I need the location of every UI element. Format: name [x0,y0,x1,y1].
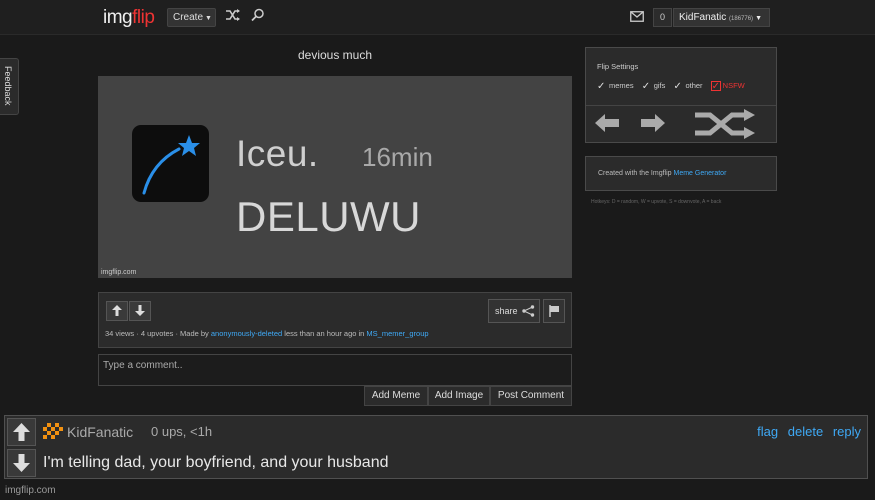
meme-stats: 34 views · 4 upvotes · Made by anonymous… [105,329,429,338]
share-button[interactable]: share [488,299,540,323]
imgflip-logo[interactable]: imgflip [103,7,155,29]
comment-meta: 0 ups, <1h [151,424,213,439]
comment-downvote-button[interactable] [7,449,36,477]
checkbox-checked-icon[interactable]: ✓ [597,82,607,92]
delete-link[interactable]: delete [788,424,823,439]
stream-link[interactable]: MS_memer_group [366,329,428,338]
comment-input[interactable]: Type a comment.. [98,354,572,386]
share-icon [522,305,535,317]
meme-generator-link[interactable]: Meme Generator [673,170,726,177]
option-label: gifs [653,81,666,90]
search-icon[interactable] [251,8,269,26]
stats-prefix: 34 views · 4 upvotes · Made by [105,329,211,338]
user-points: (186776) [729,16,754,22]
image-text-main: DELUWU [236,193,422,240]
arrow-left-icon[interactable] [595,114,619,132]
option-nsfw[interactable]: ✓ NSFW [710,80,745,92]
option-memes[interactable]: ✓ memes [597,81,634,92]
logo-img-text: img [103,7,133,28]
flag-icon [549,305,559,317]
comment-actions: flag delete reply [751,424,861,439]
option-gifs[interactable]: ✓ gifs [642,81,666,92]
meme-title: devious much [297,48,373,62]
stats-middle: less than an hour ago in [282,329,367,338]
user-name: KidFanatic [679,12,727,23]
share-label: share [495,306,518,316]
mail-icon[interactable] [630,9,648,27]
checkbox-checked-icon[interactable]: ✓ [673,82,683,92]
add-meme-button[interactable]: Add Meme [364,386,428,406]
flag-link[interactable]: flag [757,424,778,439]
add-image-button[interactable]: Add Image [428,386,490,406]
upvote-button[interactable] [106,301,128,321]
post-comment-button[interactable]: Post Comment [490,386,572,406]
option-label: other [685,81,703,90]
author-link[interactable]: anonymously-deleted [211,329,282,338]
flip-settings-title: Flip Settings [597,62,639,71]
meme-info-box: share 34 views · 4 upvotes · Made by ano… [98,292,572,348]
created-prefix: Created with the Imgflip [598,170,674,177]
comment-text: I'm telling dad, your boyfriend, and you… [43,454,389,471]
downvote-button[interactable] [129,301,151,321]
create-label: Create [173,12,204,23]
flip-settings-panel: Flip Settings ✓ memes ✓ gifs ✓ other ✓ NSFW [585,47,777,143]
divider [586,105,776,106]
comment-card: KidFanatic 0 ups, <1h flag delete reply … [4,415,868,479]
feedback-tab[interactable]: Feedback [0,58,19,115]
logo-flip-text: flip [132,7,155,28]
arrow-up-icon [13,423,30,441]
option-label: NSFW [722,81,745,90]
image-text-time: 16min [362,142,433,172]
checkbox-checked-icon[interactable]: ✓ [642,82,652,92]
reply-link[interactable]: reply [833,424,861,439]
comment-username[interactable]: KidFanatic [67,424,133,440]
image-watermark: imgflip.com [101,269,137,276]
avatar[interactable] [41,421,63,443]
imgflip-watermark: imgflip.com [5,485,56,496]
app-logo-icon [132,125,209,202]
create-menu-button[interactable]: Create ▼ [167,8,216,27]
caret-down-icon: ▼ [755,15,762,22]
comment-upvote-button[interactable] [7,418,36,446]
checkbox-checked-icon[interactable]: ✓ [710,81,721,92]
option-label: memes [609,81,634,90]
arrow-down-icon [13,454,30,472]
caret-down-icon: ▼ [205,15,212,22]
shuffle-icon[interactable] [225,8,243,26]
notification-count[interactable]: 0 [653,8,672,27]
top-navbar: imgflip Create ▼ 0 KidFanatic (186776) ▼ [0,0,875,35]
shuffle-icon[interactable] [694,109,756,139]
feedback-label: Feedback [3,66,13,106]
option-other[interactable]: ✓ other [673,81,703,92]
arrow-right-icon[interactable] [641,114,665,132]
flip-settings-options: ✓ memes ✓ gifs ✓ other ✓ NSFW [597,80,751,92]
hotkeys-hint: Hotkeys: D = random, W = upvote, S = dow… [591,199,722,205]
flag-button[interactable] [543,299,565,323]
image-text-name: Iceu. [236,133,319,174]
created-with-box: Created with the Imgflip Meme Generator [585,156,777,191]
user-menu-button[interactable]: KidFanatic (186776) ▼ [673,8,770,27]
meme-image[interactable]: Iceu. 16min DELUWU imgflip.com [98,76,572,278]
